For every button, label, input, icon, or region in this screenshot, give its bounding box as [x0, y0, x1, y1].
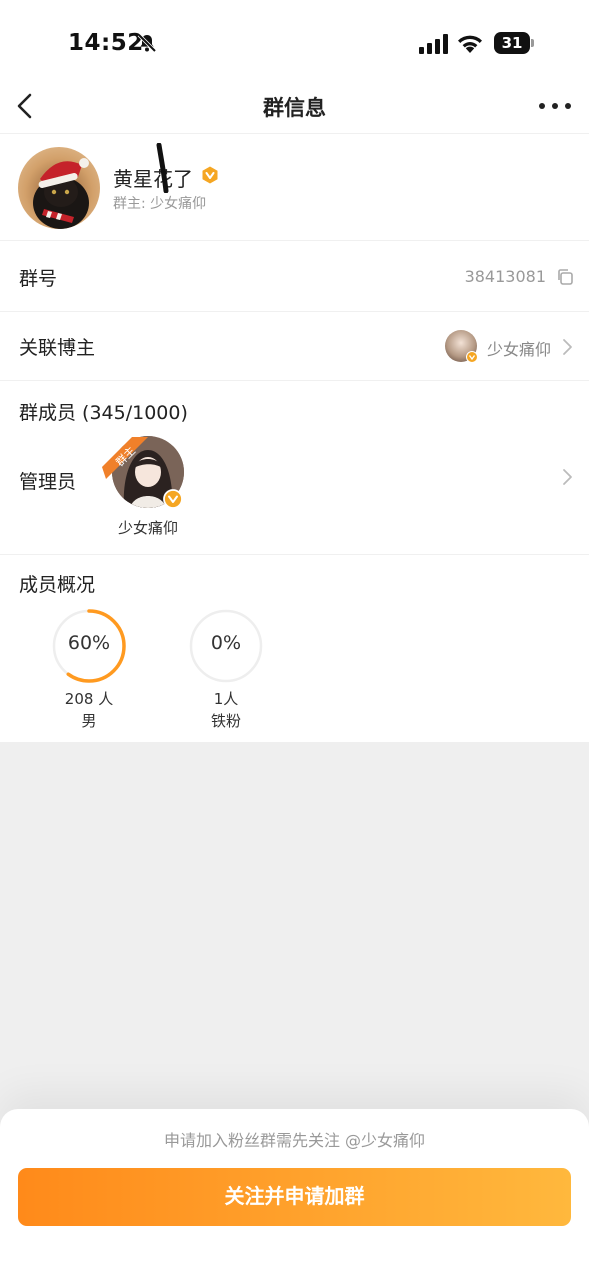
owner-name: 少女痛仰	[150, 196, 207, 212]
more-icon[interactable]	[538, 96, 572, 116]
vip-badge-icon	[202, 166, 218, 184]
blogger-avatar	[445, 330, 478, 363]
battery-cap	[531, 39, 534, 47]
signal-icon	[419, 34, 448, 54]
bottom-sheet: 申请加入粉丝群需先关注 @少女痛仰 关注并申请加群	[0, 1109, 589, 1280]
cat-santa-image	[33, 158, 89, 229]
member-overview: 成员概况 60% 208 人 男 0% 1人 铁粉	[0, 556, 589, 742]
wifi-icon	[458, 35, 482, 53]
battery-icon: 31	[494, 32, 534, 54]
scribble-mark	[156, 143, 169, 193]
battery-level: 31	[494, 32, 530, 54]
members-section[interactable]: 群成员 (345/1000) 管理员 群主 少女痛仰	[0, 381, 589, 555]
linked-blogger-label: 关联博主	[19, 337, 96, 359]
owner-ribbon-badge: 群主	[102, 437, 148, 479]
stat-count: 208 人	[64, 690, 114, 708]
page-title: 群信息	[263, 96, 326, 120]
nav-bar: 群信息	[0, 80, 589, 134]
follow-notice: 申请加入粉丝群需先关注 @少女痛仰	[163, 1131, 426, 1150]
page: 14:52 31 群信息 黄星花了 群主: 少女痛仰 群号 38413081 关…	[0, 0, 589, 1280]
chevron-right-icon	[563, 339, 572, 355]
vip-badge-icon	[163, 489, 183, 509]
members-count-title: 群成员 (345/1000)	[19, 402, 188, 424]
status-time: 14:52	[68, 30, 144, 56]
stat-percent: 0%	[210, 632, 242, 654]
group-owner: 群主: 少女痛仰	[113, 193, 206, 213]
vip-badge-icon	[466, 351, 478, 363]
group-avatar	[18, 147, 100, 229]
stat-count: 1人	[213, 690, 239, 708]
stat-label: 男	[81, 712, 97, 730]
status-bar: 14:52 31	[0, 0, 589, 80]
stat-percent: 60%	[67, 632, 111, 654]
group-id-value: 38413081	[464, 267, 546, 286]
linked-blogger-row[interactable]: 关联博主 少女痛仰	[0, 312, 589, 381]
group-id-label: 群号	[19, 268, 58, 290]
admin-label: 管理员	[19, 471, 77, 493]
chevron-right-icon	[563, 469, 572, 485]
admin-name: 少女痛仰	[117, 519, 178, 537]
bell-muted-icon	[137, 33, 157, 53]
copy-icon[interactable]	[556, 268, 574, 286]
group-id-row[interactable]: 群号 38413081	[0, 242, 589, 312]
group-header[interactable]: 黄星花了 群主: 少女痛仰	[0, 135, 589, 241]
overview-title: 成员概况	[19, 574, 96, 596]
stat-label: 铁粉	[210, 712, 241, 730]
group-name: 黄星花了	[113, 167, 193, 191]
linked-blogger-name: 少女痛仰	[486, 340, 551, 359]
owner-label: 群主:	[113, 196, 146, 212]
follow-and-join-button[interactable]: 关注并申请加群	[18, 1168, 571, 1226]
